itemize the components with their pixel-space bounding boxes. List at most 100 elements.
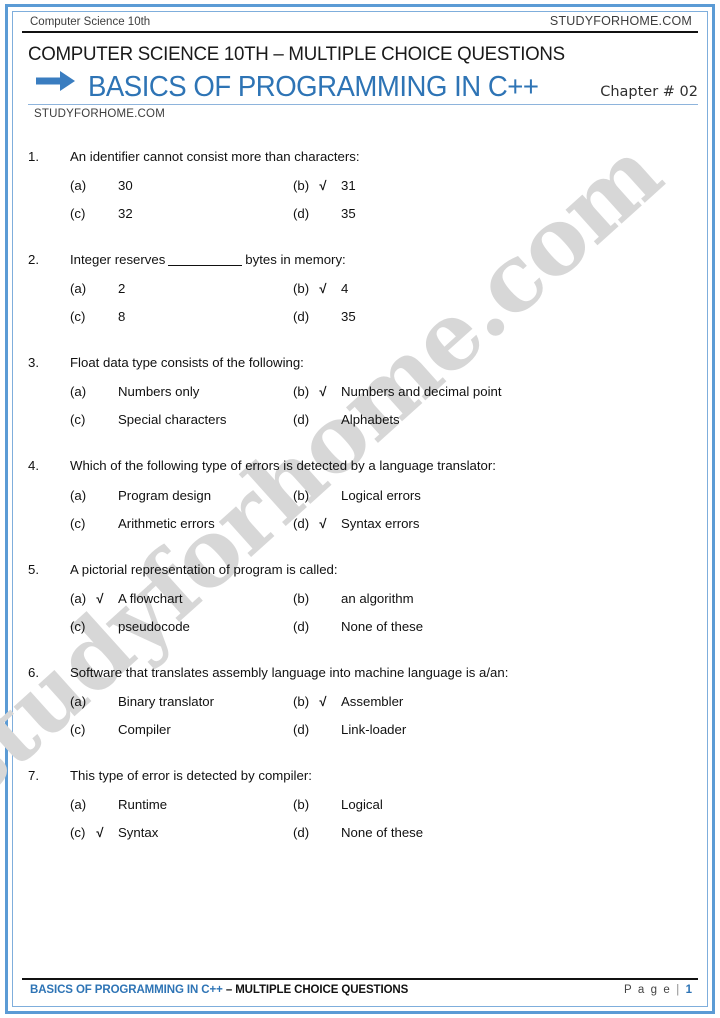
- site-line: STUDYFORHOME.COM: [34, 108, 165, 120]
- question-head: 7. This type of error is detected by comp…: [28, 767, 698, 784]
- answer-option[interactable]: (a) 2: [28, 281, 293, 296]
- question-text: Software that translates assembly langua…: [70, 664, 508, 681]
- option-text: Logical: [341, 797, 383, 813]
- option-label: (c): [70, 412, 86, 428]
- option-label: (d): [293, 515, 310, 531]
- answer-option[interactable]: (d) None of these: [293, 825, 698, 840]
- answer-option[interactable]: (d) 35: [293, 206, 698, 221]
- option-text: 35: [341, 206, 356, 222]
- answer-option[interactable]: (a) Numbers only: [28, 384, 293, 399]
- option-row: (a) √ A flowchart (b) an algorithm: [28, 591, 698, 606]
- option-row: (a) 30 (b) √ 31: [28, 178, 698, 193]
- question-item: 7. This type of error is detected by comp…: [28, 767, 698, 840]
- option-text: Runtime: [118, 797, 168, 813]
- answer-option[interactable]: (a) Runtime: [28, 797, 293, 812]
- answer-option[interactable]: (d) Alphabets: [293, 412, 698, 427]
- option-text: A flowchart: [118, 590, 183, 606]
- correct-answer-check-icon: √: [319, 178, 327, 194]
- option-label: (d): [293, 206, 310, 222]
- correct-answer-check-icon: √: [319, 281, 327, 297]
- option-label: (b): [293, 693, 310, 709]
- answer-option[interactable]: (c) 8: [28, 309, 293, 324]
- option-row: (c) Arithmetic errors (d) √ Syntax errors: [28, 516, 698, 531]
- answer-option[interactable]: (c) pseudocode: [28, 619, 293, 634]
- running-head-right: STUDYFORHOME.COM: [549, 14, 692, 28]
- document-page: studyforhome.com Computer Science 10th S…: [0, 0, 720, 1018]
- option-row: (a) Runtime (b) Logical: [28, 797, 698, 812]
- option-row: (c) √ Syntax (d) None of these: [28, 825, 698, 840]
- chapter-number: Chapter # 02: [600, 84, 698, 100]
- option-label: (a): [70, 281, 87, 297]
- option-label: (a): [70, 590, 87, 606]
- option-text: an algorithm: [341, 590, 414, 606]
- option-row: (a) Binary translator (b) √ Assembler: [28, 694, 698, 709]
- answer-option[interactable]: (c) Special characters: [28, 412, 293, 427]
- option-row: (c) Special characters (d) Alphabets: [28, 412, 698, 427]
- option-row: (a) Program design (b) Logical errors: [28, 488, 698, 503]
- answer-option[interactable]: (b) an algorithm: [293, 591, 698, 606]
- option-text: Numbers only: [118, 384, 200, 400]
- answer-option[interactable]: (b) √ Numbers and decimal point: [293, 384, 698, 399]
- answer-option[interactable]: (a) √ A flowchart: [28, 591, 293, 606]
- option-text: None of these: [341, 618, 424, 634]
- option-text: Special characters: [118, 412, 227, 428]
- question-text-before: Float data type consists of the followin…: [70, 355, 304, 371]
- option-label: (c): [70, 618, 86, 634]
- option-label: (c): [70, 515, 86, 531]
- correct-answer-check-icon: √: [96, 590, 104, 606]
- question-text: An identifier cannot consist more than c…: [70, 148, 360, 165]
- option-text: 32: [118, 206, 133, 222]
- footer-page-indicator: P a g e | 1: [624, 984, 692, 996]
- option-text: Syntax: [118, 825, 159, 841]
- answer-option[interactable]: (b) √ 4: [293, 281, 698, 296]
- answer-option[interactable]: (b) √ 31: [293, 178, 698, 193]
- option-text: pseudocode: [118, 618, 190, 634]
- question-text-after: bytes in memory:: [245, 252, 346, 268]
- chapter-title: BASICS OF PROGRAMMING IN C++: [88, 70, 539, 103]
- answer-option[interactable]: (d) √ Syntax errors: [293, 516, 698, 531]
- option-label: (a): [70, 487, 87, 503]
- answer-option[interactable]: (c) Compiler: [28, 722, 293, 737]
- footer-row: BASICS OF PROGRAMMING IN C++ – MULTIPLE …: [22, 984, 698, 996]
- answer-option[interactable]: (d) Link-loader: [293, 722, 698, 737]
- option-text: Logical errors: [341, 487, 421, 503]
- answer-option[interactable]: (c) Arithmetic errors: [28, 516, 293, 531]
- answer-option[interactable]: (a) 30: [28, 178, 293, 193]
- correct-answer-check-icon: √: [319, 515, 327, 531]
- correct-answer-check-icon: √: [96, 825, 104, 841]
- question-text-before: An identifier cannot consist more than c…: [70, 149, 360, 164]
- answer-option[interactable]: (b) √ Assembler: [293, 694, 698, 709]
- option-text: 2: [118, 281, 126, 297]
- option-label: (b): [293, 281, 310, 297]
- question-item: 1. An identifier cannot consist more than…: [28, 148, 698, 221]
- answer-option[interactable]: (d) 35: [293, 309, 698, 324]
- question-item: 6. Software that translates assembly lang…: [28, 664, 698, 737]
- answer-option[interactable]: (c) 32: [28, 206, 293, 221]
- question-text-before: Software that translates assembly langua…: [70, 664, 509, 680]
- running-head: Computer Science 10th STUDYFORHOME.COM: [22, 0, 698, 33]
- option-label: (d): [293, 825, 310, 841]
- answer-option[interactable]: (d) None of these: [293, 619, 698, 634]
- answer-option[interactable]: (a) Program design: [28, 488, 293, 503]
- footer-title-blue: BASICS OF PROGRAMMING IN C++: [30, 984, 223, 996]
- question-item: 3. Float data type consists of the follow…: [28, 354, 698, 427]
- question-text: This type of error is detected by compil…: [70, 767, 312, 784]
- question-text: Float data type consists of the followin…: [70, 354, 304, 371]
- question-text: Which of the following type of errors is…: [70, 457, 496, 474]
- footer-title: BASICS OF PROGRAMMING IN C++ – MULTIPLE …: [30, 984, 408, 996]
- answer-option[interactable]: (b) Logical errors: [293, 488, 698, 503]
- option-text: Program design: [118, 487, 212, 503]
- option-label: (d): [293, 721, 310, 737]
- option-text: 35: [341, 309, 356, 325]
- question-number: 7.: [28, 767, 39, 783]
- answer-option[interactable]: (a) Binary translator: [28, 694, 293, 709]
- option-text: None of these: [341, 825, 424, 841]
- footer-rule: [22, 978, 698, 980]
- answer-option[interactable]: (b) Logical: [293, 797, 698, 812]
- page-label: P a g e: [623, 984, 672, 996]
- question-number: 1.: [28, 149, 39, 164]
- option-label: (c): [70, 825, 86, 841]
- question-text: A pictorial representation of program is…: [70, 561, 338, 578]
- answer-option[interactable]: (c) √ Syntax: [28, 825, 293, 840]
- option-label: (d): [293, 412, 310, 428]
